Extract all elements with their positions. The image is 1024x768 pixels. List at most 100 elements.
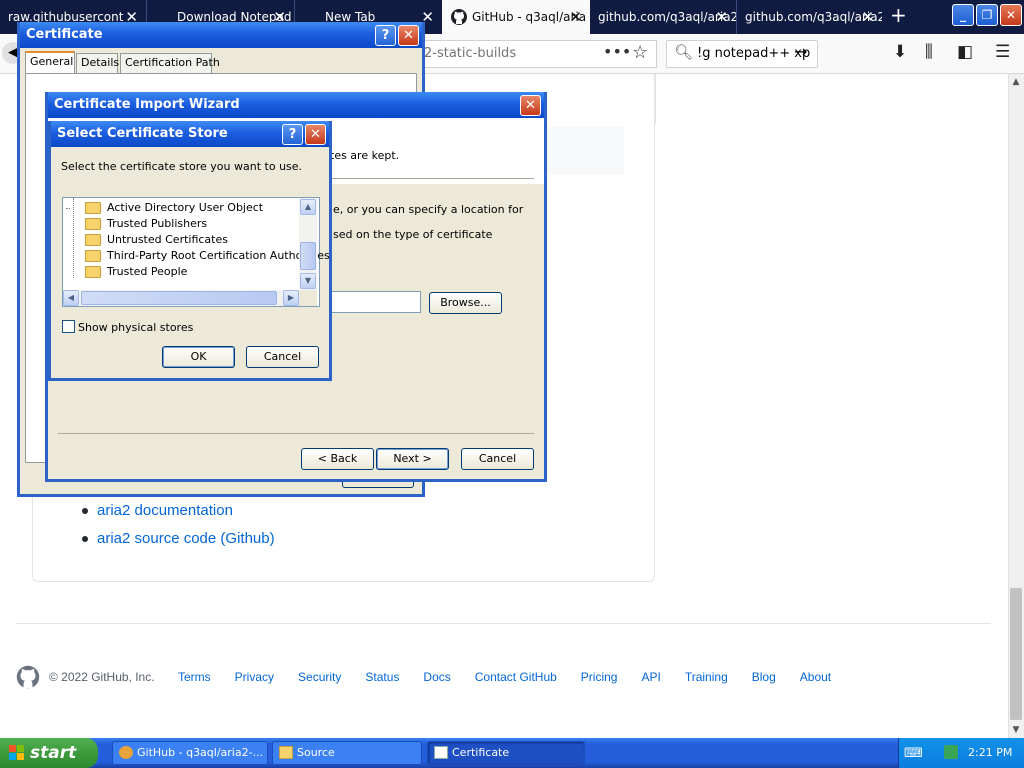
taskbar-item-label: Certificate — [452, 746, 510, 759]
footer-link-docs[interactable]: Docs — [423, 670, 450, 684]
show-physical-checkbox[interactable] — [62, 320, 75, 333]
windows-logo-icon — [9, 745, 24, 760]
scroll-right-icon[interactable]: ▶ — [283, 290, 299, 306]
bullet — [82, 536, 88, 542]
wizard-text: e, or you can specify a location for — [333, 203, 524, 216]
footer-link-contact[interactable]: Contact GitHub — [475, 670, 557, 684]
taskbar-item-label: Source — [297, 746, 335, 759]
footer-link-blog[interactable]: Blog — [752, 670, 776, 684]
menu-icon[interactable]: ☰ — [995, 42, 1010, 62]
folder-icon — [85, 250, 101, 262]
bookmark-star-icon[interactable]: ☆ — [632, 42, 648, 63]
page-actions-icon[interactable]: ••• — [603, 42, 631, 61]
scroll-thumb[interactable] — [81, 291, 277, 305]
new-tab-button[interactable]: + — [890, 3, 907, 27]
scroll-down-icon[interactable]: ▼ — [300, 273, 316, 289]
footer-link-status[interactable]: Status — [365, 670, 399, 684]
folder-icon — [85, 218, 101, 230]
copyright: © 2022 GitHub, Inc. — [49, 670, 155, 684]
tab-general[interactable]: General — [25, 51, 75, 73]
browse-button[interactable]: Browse... — [429, 292, 502, 314]
show-physical-label: Show physical stores — [78, 321, 194, 334]
sidebar-icon[interactable]: ◧ — [957, 42, 973, 62]
import-wizard-title: Certificate Import Wizard — [48, 92, 544, 118]
help-button[interactable]: ? — [375, 25, 396, 46]
bullet — [82, 508, 88, 514]
footer-link-privacy[interactable]: Privacy — [235, 670, 274, 684]
tab-details[interactable]: Details — [76, 53, 119, 73]
browser-icon — [119, 746, 133, 759]
search-go-icon[interactable]: → — [794, 42, 807, 61]
close-tab-icon[interactable]: ✕ — [715, 0, 728, 34]
close-button[interactable]: ✕ — [520, 95, 541, 116]
doc-link[interactable]: aria2 documentation — [97, 502, 233, 519]
library-icon[interactable]: ⫼ — [925, 42, 933, 62]
taskbar-item-source[interactable]: Source — [272, 741, 422, 765]
tree-line — [73, 198, 74, 278]
footer-divider — [16, 623, 991, 624]
github-logo-icon[interactable] — [16, 665, 40, 689]
browser-tab[interactable]: github.com/q3aql/aria2 ✕ — [590, 0, 736, 34]
folder-icon — [279, 746, 293, 759]
close-tab-icon[interactable]: ✕ — [861, 0, 874, 34]
browser-tab-active[interactable]: GitHub - q3aql/aria ✕ — [442, 0, 590, 34]
tree-item-label: Trusted Publishers — [107, 217, 208, 230]
next-button[interactable]: Next > — [376, 448, 449, 470]
code-block — [540, 127, 624, 175]
footer-link-api[interactable]: API — [641, 670, 660, 684]
tree-item-label: Active Directory User Object — [107, 201, 264, 214]
close-button[interactable]: ✕ — [305, 124, 326, 145]
taskbar-item-label: GitHub - q3aql/aria2-... — [137, 746, 264, 759]
taskbar-item-github[interactable]: GitHub - q3aql/aria2-... — [112, 741, 268, 765]
cancel-button[interactable]: Cancel — [461, 448, 534, 470]
instruction-text: Select the certificate store you want to… — [61, 160, 303, 173]
certificate-title: Certificate — [20, 22, 422, 48]
divider — [655, 74, 656, 124]
scroll-left-icon[interactable]: ◀ — [63, 290, 79, 306]
tree-item-label: Untrusted Certificates — [107, 233, 228, 246]
tab-label: GitHub - q3aql/aria — [472, 10, 587, 24]
store-field[interactable] — [328, 291, 421, 313]
divider — [58, 433, 534, 434]
tree-horizontal-scrollbar[interactable]: ◀ ▶ — [63, 290, 299, 306]
taskbar-item-certificate[interactable]: Certificate — [427, 741, 585, 765]
folder-icon — [85, 266, 101, 278]
footer-link-training[interactable]: Training — [685, 670, 728, 684]
tree-item-label: Trusted People — [107, 265, 188, 278]
scroll-thumb[interactable] — [300, 242, 316, 270]
downloads-icon[interactable]: ⬇ — [893, 42, 907, 62]
ok-button[interactable]: OK — [162, 346, 235, 368]
tree-line — [66, 208, 70, 209]
minimize-button[interactable]: _ — [952, 4, 974, 26]
network-icon[interactable] — [944, 745, 958, 759]
wizard-text: tes are kept. — [330, 149, 400, 162]
folder-icon — [85, 202, 101, 214]
footer-links: Terms Privacy Security Status Docs Conta… — [178, 670, 855, 684]
tab-certification-path[interactable]: Certification Path — [120, 53, 220, 73]
tree-item-label: Third-Party Root Certification Authoriti… — [107, 249, 330, 262]
close-button[interactable]: ✕ — [398, 25, 419, 46]
scroll-up-icon[interactable]: ▲ — [300, 199, 316, 215]
cancel-button[interactable]: Cancel — [246, 346, 319, 368]
scroll-up-icon[interactable]: ▲ — [1008, 74, 1024, 90]
window-controls: _ ❐ ✕ — [952, 4, 1022, 30]
certificate-icon — [434, 746, 448, 759]
back-button[interactable]: < Back — [301, 448, 374, 470]
browser-tab[interactable]: github.com/q3aql/aria2 ✕ — [736, 0, 882, 34]
footer-link-security[interactable]: Security — [298, 670, 341, 684]
close-tab-icon[interactable]: ✕ — [569, 0, 582, 34]
help-button[interactable]: ? — [282, 124, 303, 145]
scroll-corner — [299, 290, 317, 306]
restore-button[interactable]: ❐ — [976, 4, 998, 26]
tree-vertical-scrollbar[interactable]: ▲ ▼ — [299, 198, 317, 290]
scroll-thumb[interactable] — [1010, 588, 1022, 720]
window-close-button[interactable]: ✕ — [1000, 4, 1022, 26]
footer-link-terms[interactable]: Terms — [178, 670, 211, 684]
footer-link-pricing[interactable]: Pricing — [581, 670, 618, 684]
doc-link[interactable]: aria2 source code (Github) — [97, 530, 275, 547]
scroll-down-icon[interactable]: ▼ — [1008, 722, 1024, 738]
clock: 2:21 PM — [968, 746, 1013, 759]
folder-icon — [85, 234, 101, 246]
footer-link-about[interactable]: About — [800, 670, 831, 684]
keyboard-icon[interactable]: ⌨ — [904, 746, 923, 761]
